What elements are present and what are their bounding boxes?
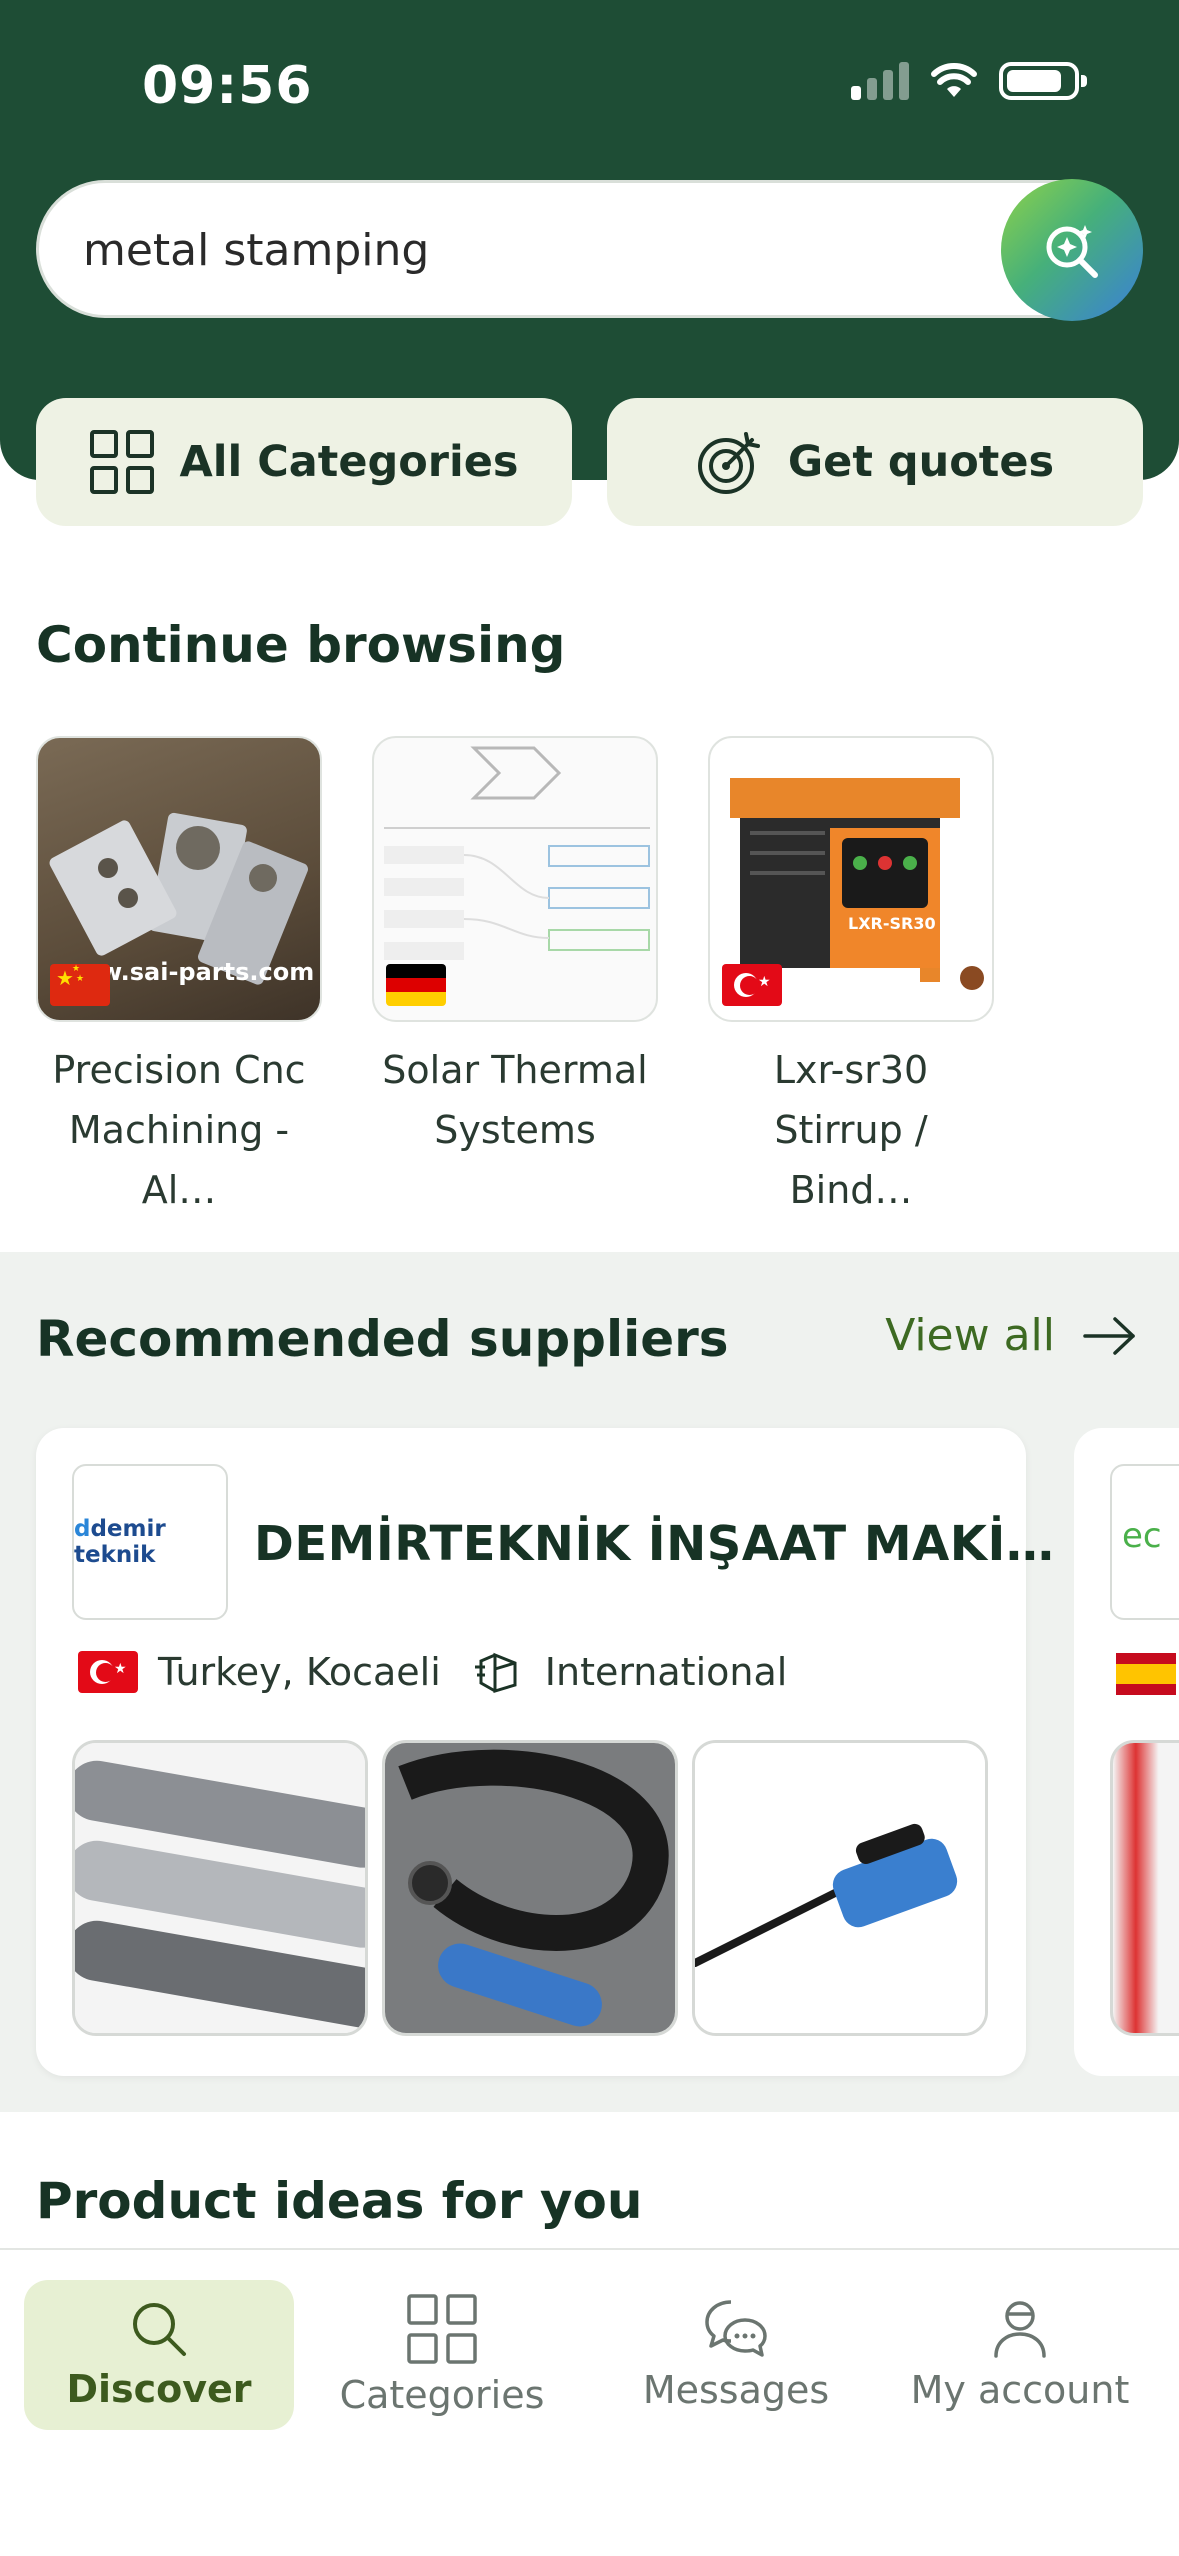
nav-my-account-label: My account (910, 2368, 1130, 2412)
arrow-right-icon (1083, 1316, 1135, 1355)
next-supplier-logo: ec (1110, 1464, 1179, 1620)
search-icon (133, 2303, 186, 2356)
target-icon (697, 432, 760, 494)
supplier-card[interactable]: ddemir teknik DEMİRTEKNİK İNŞAAT MAKİ… ★… (36, 1428, 1054, 2076)
supplier-product-image[interactable] (692, 1740, 988, 2036)
continue-browsing-title: Continue browsing (36, 616, 566, 674)
nav-categories-label: Categories (339, 2373, 545, 2417)
cellular-signal-icon (851, 62, 909, 100)
wifi-icon (931, 63, 977, 97)
spain-flag-icon (1116, 1653, 1176, 1695)
supplier-shipping: International (544, 1650, 788, 1694)
browsing-item-title: Precision Cnc Machining - Al… (52, 1048, 306, 1212)
browsing-item-title: Lxr-sr30 Stirrup / Bind… (773, 1048, 929, 1212)
shipping-box-icon (474, 1652, 517, 1693)
watermark: w.sai-parts.com (100, 958, 315, 986)
view-all-label: View all (885, 1310, 1055, 1361)
supplier-location: Turkey, Kocaeli (158, 1650, 441, 1694)
china-flag-icon: ★ ★ ★ (50, 964, 110, 1006)
supplier-product-image[interactable] (72, 1740, 368, 2036)
bottom-navigation: Discover Categories Messages My account (0, 2248, 1179, 2556)
supplier-card-next[interactable]: ec (1074, 1428, 1179, 2076)
view-all-link[interactable]: View all (885, 1310, 1137, 1361)
product-image (372, 736, 658, 1022)
product-ideas-title: Product ideas for you (36, 2172, 643, 2230)
status-time: 09:56 (142, 56, 313, 116)
ai-search-button[interactable] (1001, 179, 1143, 321)
battery-icon (999, 62, 1087, 100)
germany-flag-icon (386, 964, 446, 1006)
chat-bubbles-icon (705, 2300, 767, 2357)
grid-icon (407, 2294, 477, 2364)
browsing-item-title: Solar Thermal Systems (382, 1048, 648, 1152)
nav-discover[interactable]: Discover (24, 2280, 294, 2430)
supplier-logo: ddemir teknik (72, 1464, 228, 1620)
supplier-meta: ★ Turkey, Kocaeli International (78, 1650, 787, 1694)
product-image: LXR-SR30 ★ (708, 736, 994, 1022)
recommended-suppliers-title: Recommended suppliers (36, 1310, 729, 1368)
machine-label: LXR-SR30 (848, 914, 936, 933)
browsing-item[interactable]: LXR-SR30 ★ Lxr-sr30 Stirrup / Bind… (708, 736, 994, 1220)
get-quotes-button[interactable]: Get quotes (607, 398, 1143, 526)
nav-messages[interactable]: Messages (616, 2280, 856, 2430)
browsing-item[interactable]: Solar Thermal Systems (372, 736, 658, 1160)
supplier-name: DEMİRTEKNİK İNŞAAT MAKİ… (254, 1516, 1055, 1572)
vibrator-tubes-image (75, 1743, 365, 2033)
turkey-flag-icon: ★ (722, 964, 782, 1006)
user-icon (994, 2301, 1046, 2358)
concrete-vibrator-image (695, 1743, 985, 2033)
next-supplier-product-image[interactable] (1110, 1740, 1179, 2036)
nav-messages-label: Messages (642, 2368, 830, 2412)
search-bar[interactable]: metal stamping (36, 179, 1143, 321)
hose-image (385, 1743, 675, 2033)
product-image: w.sai-parts.com ★ ★ ★ (36, 736, 322, 1022)
get-quotes-label: Get quotes (787, 437, 1055, 487)
nav-discover-label: Discover (66, 2367, 252, 2411)
nav-categories[interactable]: Categories (322, 2280, 562, 2430)
supplier-product-image[interactable] (382, 1740, 678, 2036)
browsing-item[interactable]: w.sai-parts.com ★ ★ ★ Precision Cnc Mach… (36, 736, 322, 1220)
grid-icon (90, 430, 155, 494)
all-categories-label: All Categories (179, 437, 519, 487)
nav-my-account[interactable]: My account (900, 2280, 1140, 2430)
sparkle-search-icon (1046, 225, 1098, 278)
status-icons (851, 62, 1087, 100)
turkey-flag-icon: ★ (78, 1651, 138, 1693)
search-input[interactable]: metal stamping (83, 225, 429, 276)
all-categories-button[interactable]: All Categories (36, 398, 572, 526)
